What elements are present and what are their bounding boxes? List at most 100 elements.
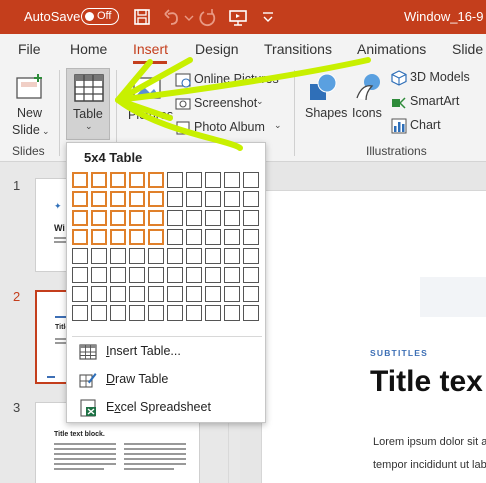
table-grid-cell[interactable]: [72, 267, 88, 283]
table-grid-cell[interactable]: [205, 267, 221, 283]
tab-design[interactable]: Design: [195, 41, 239, 57]
table-grid-cell[interactable]: [148, 286, 164, 302]
table-grid-cell[interactable]: [186, 305, 202, 321]
table-grid-cell[interactable]: [167, 172, 183, 188]
table-grid-cell-selected[interactable]: [91, 172, 107, 188]
tab-home[interactable]: Home: [70, 41, 107, 57]
pictures-button[interactable]: Pictures: [124, 72, 173, 136]
table-grid-cell[interactable]: [224, 172, 240, 188]
table-grid-cell[interactable]: [91, 286, 107, 302]
table-grid-cell-selected[interactable]: [72, 172, 88, 188]
table-grid-cell[interactable]: [91, 267, 107, 283]
3d-models-button[interactable]: 3D Models: [391, 69, 481, 89]
excel-spreadsheet-menu-item[interactable]: Excel Spreadsheet: [79, 397, 259, 419]
table-grid-cell[interactable]: [167, 305, 183, 321]
table-grid-cell-selected[interactable]: [91, 210, 107, 226]
customize-toolbar-icon[interactable]: [258, 7, 278, 27]
table-grid-cell[interactable]: [186, 210, 202, 226]
tab-transitions[interactable]: Transitions: [264, 41, 332, 57]
redo-icon[interactable]: [198, 7, 218, 27]
table-grid-cell-selected[interactable]: [148, 172, 164, 188]
current-slide[interactable]: SUBTITLES Title tex Lorem ipsum dolor si…: [261, 190, 486, 483]
table-grid-cell[interactable]: [224, 191, 240, 207]
table-grid-cell-selected[interactable]: [110, 229, 126, 245]
table-grid-cell[interactable]: [186, 248, 202, 264]
slide-body-line-1[interactable]: Lorem ipsum dolor sit a: [373, 436, 486, 448]
table-grid-cell[interactable]: [110, 267, 126, 283]
table-grid-cell[interactable]: [167, 229, 183, 245]
table-grid-cell-selected[interactable]: [129, 229, 145, 245]
table-grid-cell[interactable]: [205, 248, 221, 264]
table-grid-cell[interactable]: [243, 210, 259, 226]
tab-file[interactable]: File: [18, 41, 41, 57]
table-grid-cell[interactable]: [186, 172, 202, 188]
table-grid-cell[interactable]: [129, 248, 145, 264]
table-grid-cell[interactable]: [205, 286, 221, 302]
table-grid-cell[interactable]: [129, 286, 145, 302]
table-grid-cell[interactable]: [186, 229, 202, 245]
table-grid-cell-selected[interactable]: [129, 172, 145, 188]
table-grid-cell[interactable]: [148, 267, 164, 283]
undo-icon[interactable]: [162, 7, 182, 27]
table-grid-cell[interactable]: [205, 229, 221, 245]
table-grid-cell[interactable]: [224, 229, 240, 245]
slide-body-line-2[interactable]: tempor incididunt ut labo: [373, 459, 486, 471]
table-grid-cell[interactable]: [186, 191, 202, 207]
table-grid-cell[interactable]: [243, 286, 259, 302]
shapes-button[interactable]: Shapes: [302, 70, 347, 136]
tab-slide-show[interactable]: Slide S: [452, 41, 486, 57]
table-grid-cell[interactable]: [167, 286, 183, 302]
table-grid-cell[interactable]: [91, 248, 107, 264]
table-grid-cell-selected[interactable]: [110, 210, 126, 226]
table-grid-cell[interactable]: [148, 248, 164, 264]
table-grid-cell[interactable]: [72, 286, 88, 302]
autosave-toggle[interactable]: Off: [81, 8, 119, 25]
table-grid-cell[interactable]: [167, 191, 183, 207]
table-grid-cell[interactable]: [110, 286, 126, 302]
table-grid-cell-selected[interactable]: [91, 191, 107, 207]
table-grid-cell[interactable]: [224, 267, 240, 283]
insert-table-menu-item[interactable]: Insert Table...: [79, 341, 259, 363]
table-grid-cell-selected[interactable]: [129, 210, 145, 226]
table-grid-cell[interactable]: [186, 286, 202, 302]
table-grid-cell-selected[interactable]: [72, 210, 88, 226]
table-grid-cell[interactable]: [243, 229, 259, 245]
table-grid-cell[interactable]: [205, 172, 221, 188]
table-grid-cell-selected[interactable]: [110, 172, 126, 188]
table-grid-cell[interactable]: [72, 248, 88, 264]
table-grid-cell[interactable]: [224, 286, 240, 302]
table-grid-cell[interactable]: [205, 191, 221, 207]
draw-table-menu-item[interactable]: Draw Table: [79, 369, 259, 391]
tab-insert[interactable]: Insert: [133, 41, 168, 57]
table-grid-cell[interactable]: [110, 305, 126, 321]
table-button[interactable]: Table ⌄: [66, 68, 110, 140]
table-grid-cell-selected[interactable]: [129, 191, 145, 207]
icons-button[interactable]: Icons: [350, 70, 386, 136]
table-grid-cell[interactable]: [243, 305, 259, 321]
online-pictures-button[interactable]: Online Pictures: [173, 71, 283, 91]
table-grid-cell[interactable]: [243, 267, 259, 283]
table-grid-cell[interactable]: [243, 248, 259, 264]
table-grid-cell[interactable]: [129, 305, 145, 321]
table-grid-cell[interactable]: [110, 248, 126, 264]
table-grid-cell[interactable]: [224, 305, 240, 321]
table-grid-cell-selected[interactable]: [72, 191, 88, 207]
table-grid-cell[interactable]: [148, 305, 164, 321]
table-grid-cell[interactable]: [91, 305, 107, 321]
table-grid-cell[interactable]: [243, 191, 259, 207]
table-grid-cell[interactable]: [167, 267, 183, 283]
table-grid-cell-selected[interactable]: [91, 229, 107, 245]
table-grid-cell[interactable]: [224, 210, 240, 226]
smartart-button[interactable]: SmartArt: [391, 93, 481, 113]
table-grid-cell[interactable]: [186, 267, 202, 283]
table-grid-cell[interactable]: [243, 172, 259, 188]
table-grid-cell[interactable]: [72, 305, 88, 321]
photo-album-button[interactable]: Photo Album ⌄: [173, 119, 285, 139]
tab-animations[interactable]: Animations: [357, 41, 426, 57]
save-icon[interactable]: [132, 7, 152, 27]
slide-subtitle[interactable]: SUBTITLES: [370, 348, 428, 358]
chart-button[interactable]: Chart: [391, 117, 481, 137]
table-grid-cell[interactable]: [167, 210, 183, 226]
screenshot-button[interactable]: Screenshot ⌄: [173, 95, 273, 115]
table-grid-cell[interactable]: [224, 248, 240, 264]
